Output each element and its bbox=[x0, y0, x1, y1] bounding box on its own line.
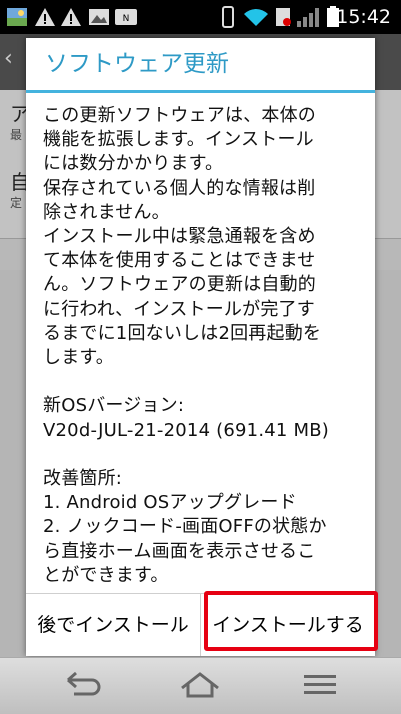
back-icon[interactable] bbox=[60, 668, 104, 702]
title-divider bbox=[26, 90, 375, 93]
image-icon bbox=[89, 9, 109, 25]
dialog-message: この更新ソフトウェアは、本体の 機能を拡張します。インストール には数分かかりま… bbox=[43, 105, 329, 586]
gallery-notification-icon bbox=[7, 8, 27, 26]
back-chevron-icon: ‹ bbox=[4, 46, 13, 71]
vibrate-icon bbox=[222, 6, 234, 28]
status-bar: N 15:42 bbox=[0, 0, 401, 34]
wifi-icon bbox=[244, 9, 268, 26]
warning-icon bbox=[35, 8, 55, 26]
dialog-title: ソフトウェア更新 bbox=[45, 51, 229, 77]
software-update-dialog: ソフトウェア更新 この更新ソフトウェアは、本体の 機能を拡張します。インストール… bbox=[26, 38, 375, 656]
nfc-icon: N bbox=[115, 9, 137, 25]
status-time: 15:42 bbox=[336, 6, 391, 28]
warning-icon bbox=[61, 8, 81, 26]
install-now-button[interactable]: インストールする bbox=[201, 594, 375, 656]
navigation-bar bbox=[0, 657, 401, 714]
svg-text:N: N bbox=[123, 14, 130, 24]
sim-icon bbox=[276, 8, 291, 26]
home-icon[interactable] bbox=[178, 668, 222, 702]
install-later-button[interactable]: 後でインストール bbox=[26, 594, 201, 656]
signal-icon bbox=[297, 8, 319, 27]
menu-icon[interactable] bbox=[300, 668, 340, 702]
